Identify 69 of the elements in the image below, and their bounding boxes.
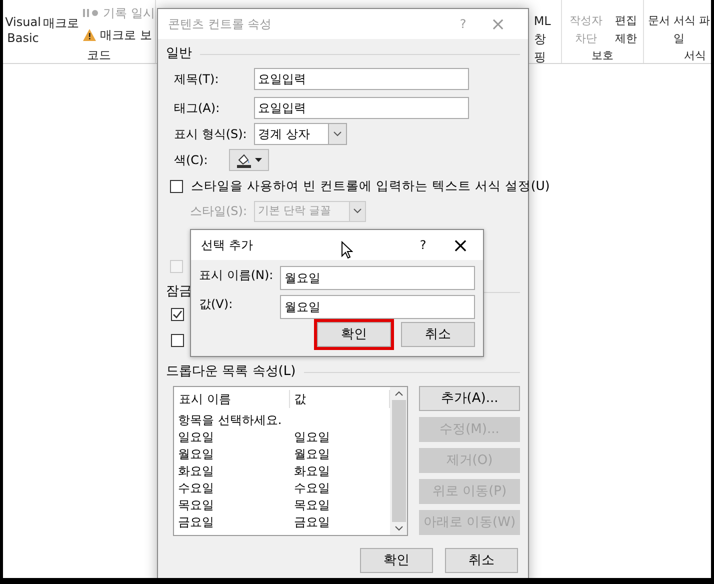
cancel-button[interactable]: 취소 xyxy=(445,548,518,573)
list-cell-text: 금요일 xyxy=(177,514,215,530)
field-label: 색(C): xyxy=(174,152,209,169)
list-row[interactable]: 수요일 수요일 xyxy=(174,479,390,496)
list-row[interactable]: 월요일 월요일 xyxy=(174,445,390,462)
field-label: 스타일(S): xyxy=(190,203,248,220)
list-cell-text: 월요일 xyxy=(177,446,215,462)
field-label: 값(V): xyxy=(199,296,234,313)
scroll-up-icon[interactable] xyxy=(394,391,402,396)
dropdown[interactable]: 경계 상자 xyxy=(254,123,347,145)
ok-button[interactable]: 확인 xyxy=(317,322,391,347)
ribbon-button[interactable]: 편집 제한 xyxy=(612,12,640,48)
list-cell-text: 수요일 xyxy=(177,480,215,496)
cancel-button[interactable]: 취소 xyxy=(401,322,475,347)
help-button[interactable]: ? xyxy=(408,236,438,254)
group-label: 코드 xyxy=(86,47,112,64)
text-field[interactable]: 월요일 xyxy=(280,295,475,319)
list-row[interactable]: 일요일 일요일 xyxy=(174,428,390,445)
paint-bucket-icon xyxy=(236,152,252,168)
list-cell-text: 일요일 xyxy=(177,428,215,446)
ribbon-button[interactable]: Visual Basic xyxy=(3,4,43,46)
ribbon-button[interactable]: 매크로 xyxy=(43,4,83,32)
list-row[interactable]: 항목을 선택하세요. xyxy=(174,411,390,428)
column-header[interactable]: 표시 이름 xyxy=(174,390,290,408)
checkbox[interactable] xyxy=(171,308,184,321)
window-title: 선택 추가 xyxy=(201,237,253,254)
group-label: 핑 xyxy=(534,49,547,66)
field-label: 표시 이름(N): xyxy=(199,267,274,284)
list-cell-text: 화요일 xyxy=(293,462,330,480)
list-cell-text: 목요일 xyxy=(293,496,330,514)
scrollbar[interactable] xyxy=(390,387,407,535)
list-action-button[interactable]: 추가(A)... xyxy=(419,386,520,411)
text-field[interactable]: 요일입력 xyxy=(254,68,469,90)
list-row[interactable]: 금요일 금요일 xyxy=(174,513,390,530)
chevron-down-icon xyxy=(333,131,342,137)
caret-icon xyxy=(255,158,262,162)
text-field[interactable]: 월요일 xyxy=(280,266,475,290)
section-heading: 잠금 xyxy=(166,283,192,302)
close-button[interactable]: × xyxy=(438,230,483,260)
checkbox-label: 스타일을 사용하여 빈 컨트롤에 입력하는 텍스트 서식 설정(U) xyxy=(191,176,550,195)
list-cell-text: 목요일 xyxy=(177,496,215,514)
list-cell-text: 수요일 xyxy=(293,480,330,496)
list-row[interactable]: 목요일 목요일 xyxy=(174,496,390,513)
checkbox[interactable] xyxy=(171,334,184,347)
ribbon-item[interactable]: ML 창 xyxy=(534,0,554,48)
warning-icon xyxy=(83,29,96,41)
list-cell-text: 금요일 xyxy=(293,514,330,530)
ok-button[interactable]: 확인 xyxy=(360,548,433,573)
list-row[interactable]: 화요일 화요일 xyxy=(174,462,390,479)
text-field[interactable]: 요일입력 xyxy=(254,97,469,119)
color-picker-button[interactable] xyxy=(229,149,269,171)
list-cell-text: 일요일 xyxy=(293,428,330,446)
field-label: 표시 형식(S): xyxy=(174,126,248,143)
group-label: 보호 xyxy=(590,48,614,64)
field-label: 제목(T): xyxy=(174,71,220,88)
ribbon-button[interactable]: 문서 서식 파일 xyxy=(646,0,711,48)
list-cell-text: 항목을 선택하세요. xyxy=(177,412,283,428)
checkbox[interactable] xyxy=(170,180,183,192)
section-heading: 일반 xyxy=(166,45,192,64)
window-title: 콘텐츠 컨트롤 속성 xyxy=(168,16,273,33)
list-cell-text: 월요일 xyxy=(293,446,330,462)
chevron-down-icon xyxy=(353,208,362,214)
field-label: 태그(A): xyxy=(174,100,221,117)
list-cell-text: 화요일 xyxy=(177,462,215,480)
ribbon-item[interactable]: 매크로 보 xyxy=(100,26,152,44)
section-heading: 드롭다운 목록 속성(L) xyxy=(166,363,296,382)
pause-icon xyxy=(83,9,99,17)
scroll-down-icon[interactable] xyxy=(394,526,402,531)
group-label: 서식 xyxy=(682,48,707,64)
